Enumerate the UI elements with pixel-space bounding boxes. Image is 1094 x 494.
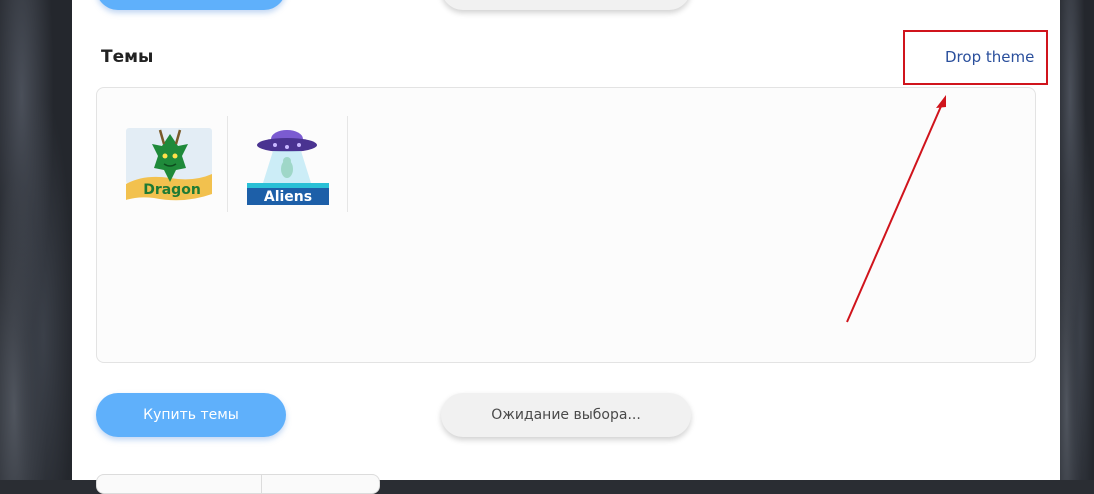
background-right xyxy=(1060,0,1094,480)
top-grey-button[interactable] xyxy=(441,0,691,10)
dragon-icon: Dragon xyxy=(126,128,212,201)
aliens-label: Aliens xyxy=(264,189,312,205)
theme-divider xyxy=(347,116,348,212)
bottom-tabs[interactable] xyxy=(96,474,380,494)
background-left xyxy=(0,0,72,480)
section-title: Темы xyxy=(101,47,154,67)
top-blue-button[interactable] xyxy=(96,0,286,10)
theme-dragon[interactable]: Dragon xyxy=(111,116,229,212)
themes-container: Dragon Aliens xyxy=(96,87,1036,363)
waiting-selection-button[interactable]: Ожидание выбора... xyxy=(441,393,691,437)
dragon-label: Dragon xyxy=(143,182,201,198)
ufo-icon: Aliens xyxy=(247,130,329,205)
buy-themes-button[interactable]: Купить темы xyxy=(96,393,286,437)
annotation-highlight-box xyxy=(903,30,1048,85)
tab-divider xyxy=(261,475,262,493)
theme-aliens[interactable]: Aliens xyxy=(228,116,346,212)
